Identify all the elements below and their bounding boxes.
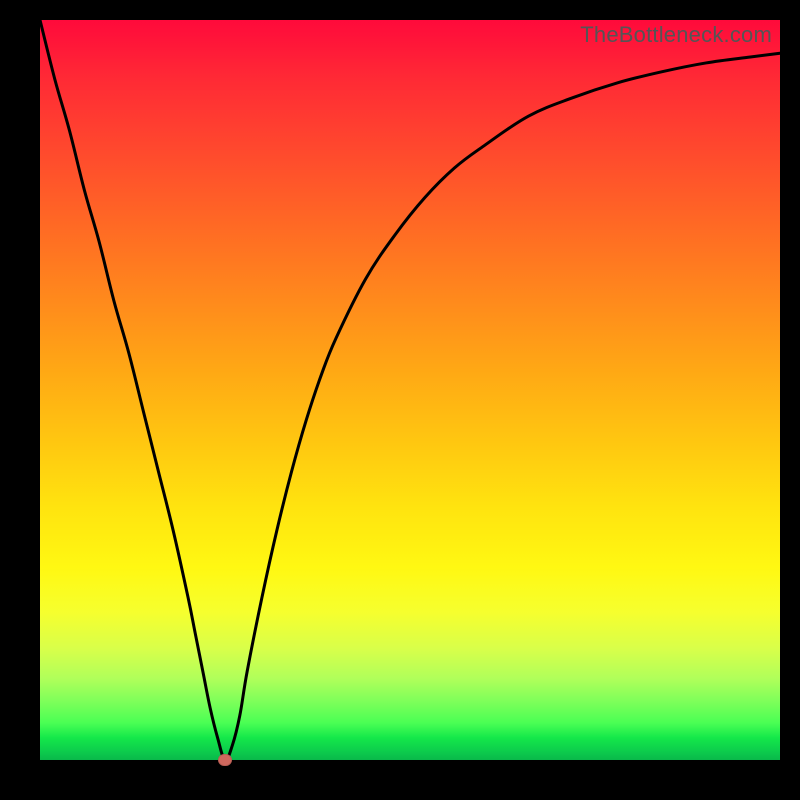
- minimum-marker: [218, 754, 232, 766]
- curve-path: [40, 20, 780, 760]
- bottleneck-curve: [40, 20, 780, 760]
- chart-frame: TheBottleneck.com: [0, 0, 800, 800]
- plot-area: TheBottleneck.com: [40, 20, 780, 760]
